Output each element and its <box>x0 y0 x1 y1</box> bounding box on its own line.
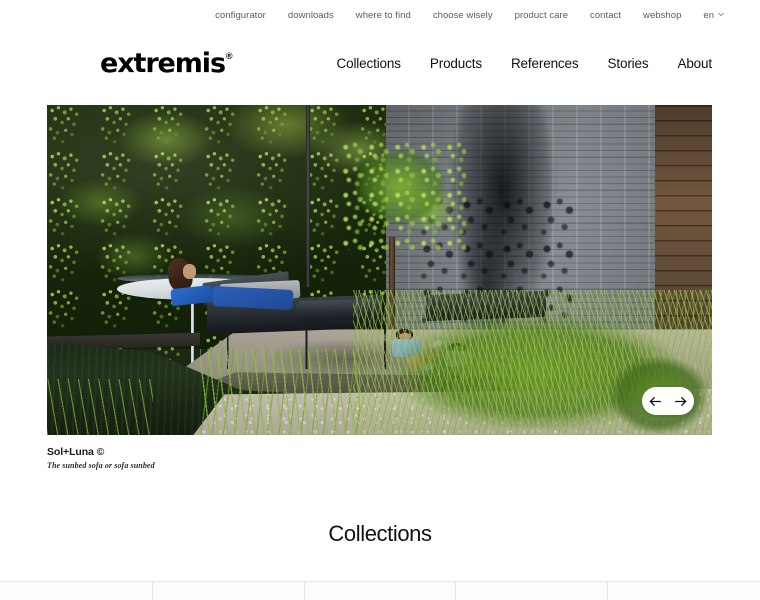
utility-nav: configurator downloads where to find cho… <box>0 0 760 32</box>
utility-link-where-to-find[interactable]: where to find <box>356 11 411 21</box>
pond-reeds <box>199 349 360 435</box>
carousel-next-button[interactable] <box>672 392 690 410</box>
hero-photo <box>47 105 712 435</box>
nav-link-about[interactable]: About <box>677 56 712 71</box>
utility-link-downloads[interactable]: downloads <box>288 11 334 21</box>
collection-tile-4[interactable] <box>456 582 608 600</box>
carousel-controls <box>642 387 694 415</box>
nav-link-stories[interactable]: Stories <box>608 56 649 71</box>
language-selector[interactable]: en <box>703 11 724 21</box>
tree-canopy <box>339 141 467 251</box>
collections-grid <box>0 581 760 600</box>
hero-carousel[interactable] <box>47 105 712 435</box>
arrow-left-icon <box>649 396 661 407</box>
collection-tile-2[interactable] <box>153 582 305 600</box>
main-nav: Collections Products References Stories … <box>336 56 712 71</box>
utility-link-webshop[interactable]: webshop <box>643 11 681 21</box>
hero-caption-subtitle: The sunbed sofa or sofa sunbed <box>47 461 155 471</box>
arrow-right-icon <box>675 396 687 407</box>
page-root: configurator downloads where to find cho… <box>0 0 760 600</box>
collections-heading: Collections <box>328 520 432 546</box>
utility-link-contact[interactable]: contact <box>590 11 621 21</box>
hero-caption: Sol+Luna © The sunbed sofa or sofa sunbe… <box>47 446 760 471</box>
registered-trademark-icon: ® <box>225 50 233 61</box>
nav-link-references[interactable]: References <box>511 56 579 71</box>
nav-link-collections[interactable]: Collections <box>336 56 401 71</box>
collection-tile-5[interactable] <box>608 582 760 600</box>
garden-pole <box>306 105 310 287</box>
pond-reeds-left <box>47 378 154 435</box>
logo-text: extremis <box>100 47 226 79</box>
nav-link-products[interactable]: Products <box>430 56 482 71</box>
hero-caption-title: Sol+Luna © <box>47 446 105 458</box>
carousel-prev-button[interactable] <box>646 392 664 410</box>
chevron-down-icon <box>718 12 724 18</box>
utility-link-product-care[interactable]: product care <box>515 11 568 21</box>
hero-section <box>47 105 712 435</box>
utility-link-configurator[interactable]: configurator <box>215 11 266 21</box>
collection-tile-1[interactable] <box>0 582 153 600</box>
site-header: extremis ® Collections Products Referenc… <box>0 32 760 94</box>
collection-tile-3[interactable] <box>305 582 456 600</box>
person-reclining-face <box>182 264 196 279</box>
logo-extremis[interactable]: extremis ® <box>100 50 233 77</box>
language-label: en <box>703 10 714 22</box>
collections-section: Collections <box>0 520 760 546</box>
utility-link-choose-wisely[interactable]: choose wisely <box>433 11 493 21</box>
